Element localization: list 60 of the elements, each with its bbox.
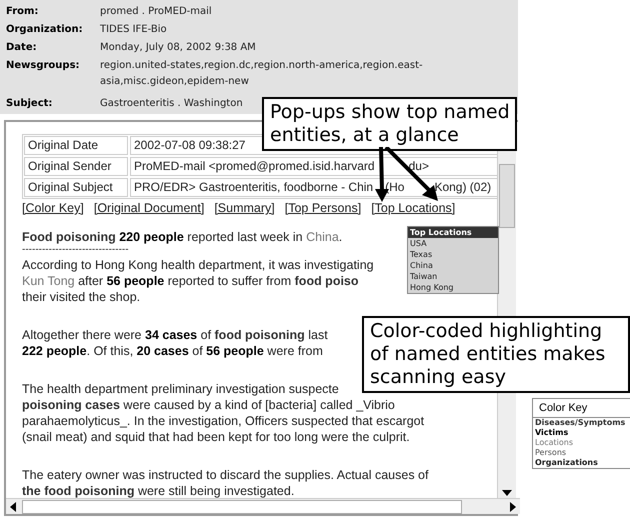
separator-text: -------------------------------- [22,245,129,255]
header-label: Date: [6,41,38,55]
body-text: the food poisoning were still being investigated. [22,483,294,499]
location-item[interactable]: Taiwan [408,271,498,282]
body-text: According to Hong Kong health department, it was investigating [22,257,374,273]
link[interactable]: [Top Locations] [371,201,456,215]
body-text: poisoning cases were caused by a kind of [bacteria] called _Vibrio [22,397,395,413]
horizontal-scrollbar[interactable] [6,498,520,514]
table-cell: Original Sender [24,157,128,176]
header-value: region.united-states,region.dc,region.north-america,region.east- [100,59,423,73]
table-cell-text: du> [408,159,429,174]
header-value: asia,misc.gideon,epidem-new [100,75,250,89]
location-item[interactable]: China [408,260,498,271]
body-text: The health department preliminary investigation suspecte [22,381,339,397]
legend-item: Victims [534,428,570,438]
table-cell: Original Subject [24,178,128,197]
legend-item: Locations [534,438,574,448]
scroll-thumb[interactable] [499,164,515,228]
callout-text: scanning easy [370,366,506,389]
legend-item: Persons [534,448,568,458]
header-label: Newsgroups: [6,59,81,73]
header-value: Gastroenteritis . Washington [100,97,243,111]
header-label: Subject: [6,97,54,111]
legend-item: Diseases/Symptoms [534,418,626,428]
body-text: parahaemolyticus_. In the investigation, Officers suspected that escargot [22,413,424,429]
popup-title: Color Key [533,399,630,418]
legend-item: Organizations [534,458,599,468]
table-cell-text: PRO/EDR> Gastroenteritis, foodborne - Chin [134,180,374,195]
location-item[interactable]: Texas [408,249,498,260]
location-item[interactable]: Hong Kong [408,282,498,293]
table-cell-text: 2002-07-08 09:38:27 [134,138,246,153]
header-value: promed . ProMED-mail [100,5,212,19]
scroll-left-icon[interactable] [10,502,16,512]
scroll-right-icon[interactable] [510,502,516,512]
body-text: (snail meat) and squid that had been kept for too long were the culprit. [22,429,410,445]
body-text: Kun Tong after 56 people reported to suffer from food poiso [22,273,359,289]
body-text: The eatery owner was instructed to discard the supplies. Actual causes of [22,467,428,483]
callout-text: of named entities makes [370,343,606,366]
scroll-down-icon[interactable] [502,490,512,496]
header-value: TIDES IFE-Bio [100,23,167,37]
header-value: Monday, July 08, 2002 9:38 AM [100,41,256,55]
header-label: Organization: [6,23,84,37]
scroll-thumb[interactable] [22,500,462,514]
header-label: From: [6,5,40,19]
callout-text: Pop-ups show top named [270,101,510,124]
table-cell-text: ProMED-mail <promed@promed.isid.harvard [134,159,375,174]
body-text: their visited the shop. [22,289,140,305]
link[interactable]: [Original Document] [94,201,204,215]
headline-text: Food poisoning 220 people reported last week in China. [22,229,342,245]
link[interactable]: [Color Key] [22,201,84,215]
callout-text: entities, at a glance [270,124,459,147]
link[interactable]: [Top Persons] [284,201,362,215]
link[interactable]: [Summary] [214,201,275,215]
table-cell-text: Kong) (02) [434,180,492,195]
popup-title: Top Locations [408,227,498,238]
location-item[interactable]: USA [408,238,498,249]
body-text: 222 people. Of this, 20 cases of 56 people were from [22,343,323,359]
callout-text: Color-coded highlighting [370,320,602,343]
table-cell: Original Date [24,136,128,155]
body-text: Altogether there were 34 cases of food poisoning last [22,327,328,343]
